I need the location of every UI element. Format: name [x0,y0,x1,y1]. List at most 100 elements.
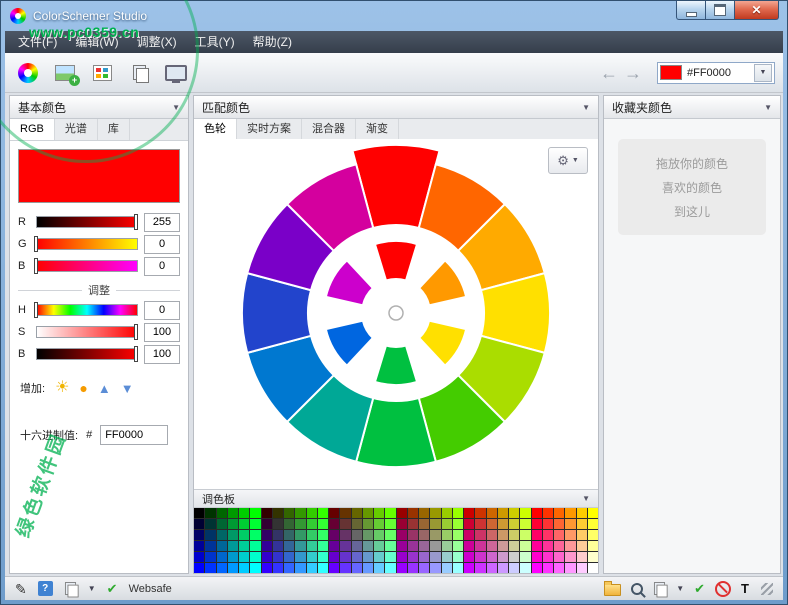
palette-cell[interactable] [554,508,565,518]
palette-cell[interactable] [295,508,306,518]
palette-grid[interactable] [194,508,598,573]
palette-cell[interactable] [542,530,553,540]
palette-cell[interactable] [576,563,587,573]
palette-cell[interactable] [396,519,407,529]
palette-cell[interactable] [520,508,531,518]
palette-cell[interactable] [239,530,250,540]
palette-cell[interactable] [340,541,351,551]
palette-cell[interactable] [317,508,328,518]
tool-screen-picker-button[interactable] [161,58,191,88]
palette-cell[interactable] [475,563,486,573]
palette-cell[interactable] [407,519,418,529]
palette-cell[interactable] [227,552,238,562]
palette-cell[interactable] [374,563,385,573]
palette-cell[interactable] [419,530,430,540]
slider-brightness-value[interactable] [144,344,180,364]
palette-cell[interactable] [239,541,250,551]
palette-cell[interactable] [340,563,351,573]
palette-cell[interactable] [340,552,351,562]
apply-check-icon[interactable]: ✔ [694,582,705,595]
palette-cell[interactable] [227,563,238,573]
palette-cell[interactable] [306,530,317,540]
palette-cell[interactable] [497,508,508,518]
palette-cell[interactable] [509,552,520,562]
palette-cell[interactable] [362,519,373,529]
palette-cell[interactable] [542,563,553,573]
palette-cell[interactable] [475,552,486,562]
palette-cell[interactable] [486,508,497,518]
palette-cell[interactable] [407,530,418,540]
favorites-collapse-button[interactable]: ▼ [764,103,772,112]
search-icon[interactable] [631,582,644,595]
palette-cell[interactable] [194,563,205,573]
palette-cell[interactable] [520,563,531,573]
palette-cell[interactable] [385,541,396,551]
palette-cell[interactable] [362,508,373,518]
palette-cell[interactable] [497,541,508,551]
palette-cell[interactable] [419,541,430,551]
palette-cell[interactable] [475,508,486,518]
palette-cell[interactable] [351,563,362,573]
palette-cell[interactable] [340,530,351,540]
palette-cell[interactable] [295,530,306,540]
palette-cell[interactable] [452,508,463,518]
palette-cell[interactable] [576,552,587,562]
palette-cell[interactable] [419,508,430,518]
palette-cell[interactable] [261,530,272,540]
slider-green-handle[interactable] [34,236,38,252]
saturate-up-icon[interactable]: ▲ [98,382,111,395]
palette-cell[interactable] [430,563,441,573]
slider-blue-value[interactable] [144,256,180,276]
tab-rgb[interactable]: RGB [10,119,55,140]
palette-cell[interactable] [475,530,486,540]
tab-spectrum[interactable]: 光谱 [55,119,98,140]
palette-cell[interactable] [317,563,328,573]
palette-cell[interactable] [261,541,272,551]
palette-cell[interactable] [340,508,351,518]
palette-cell[interactable] [329,563,340,573]
palette-cell[interactable] [396,552,407,562]
palette-cell[interactable] [509,519,520,529]
palette-cell[interactable] [497,519,508,529]
palette-cell[interactable] [227,519,238,529]
palette-cell[interactable] [250,508,261,518]
palette-cell[interactable] [284,530,295,540]
palette-cell[interactable] [441,508,452,518]
history-back-button[interactable]: ← [600,64,618,82]
menu-tools[interactable]: 工具(Y) [186,31,244,53]
darken-icon[interactable]: ● [79,381,87,395]
palette-cell[interactable] [419,552,430,562]
palette-cell[interactable] [250,552,261,562]
palette-cell[interactable] [239,552,250,562]
palette-cell[interactable] [374,552,385,562]
palette-cell[interactable] [565,530,576,540]
tool-color-wheel-button[interactable] [13,58,43,88]
copy-dropdown-chevron-icon[interactable]: ▼ [88,584,96,593]
color-wheel[interactable] [226,143,566,483]
palette-cell[interactable] [509,541,520,551]
open-folder-icon[interactable] [604,581,622,596]
palette-cell[interactable] [261,508,272,518]
palette-cell[interactable] [205,519,216,529]
edit-pencil-icon[interactable]: ✎ [15,582,27,596]
palette-cell[interactable] [452,530,463,540]
palette-cell[interactable] [464,563,475,573]
palette-cell[interactable] [362,563,373,573]
palette-cell[interactable] [216,541,227,551]
slider-hue-track[interactable] [34,302,138,318]
slider-brightness-track[interactable] [36,346,138,362]
palette-cell[interactable] [272,519,283,529]
palette-cell[interactable] [227,541,238,551]
palette-cell[interactable] [430,519,441,529]
palette-cell[interactable] [250,541,261,551]
slider-saturation-handle[interactable] [134,324,138,340]
palette-cell[interactable] [272,530,283,540]
palette-cell[interactable] [385,563,396,573]
palette-cell[interactable] [374,508,385,518]
palette-cell[interactable] [486,519,497,529]
palette-cell[interactable] [284,563,295,573]
tool-copy-button[interactable] [124,58,154,88]
palette-cell[interactable] [486,530,497,540]
palette-cell[interactable] [317,519,328,529]
palette-cell[interactable] [205,552,216,562]
